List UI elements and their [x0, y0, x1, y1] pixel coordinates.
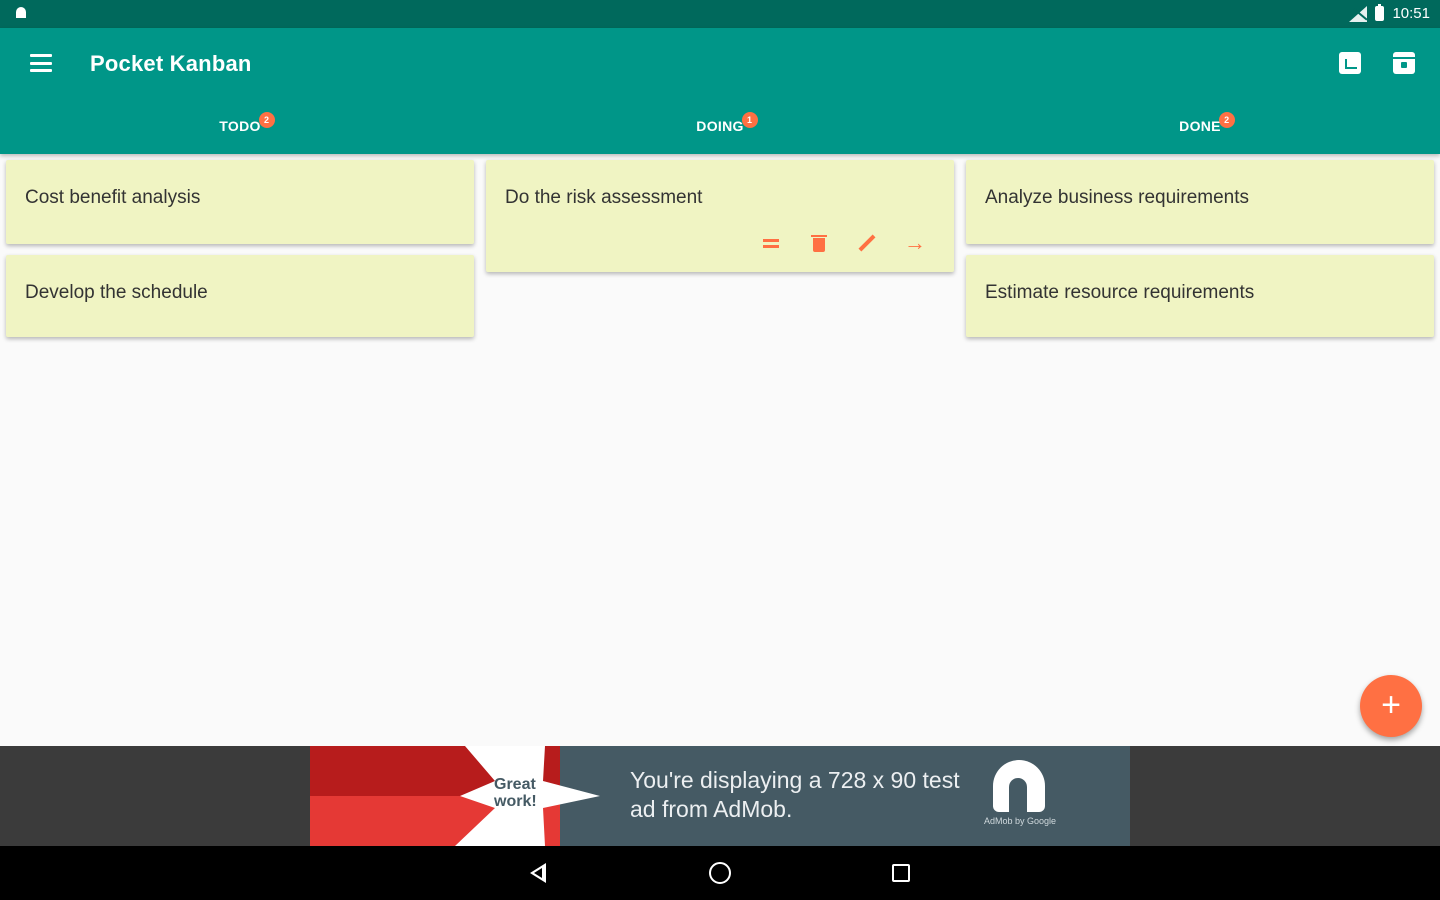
status-bar: 10:51 [0, 0, 1440, 28]
recents-icon[interactable] [889, 860, 915, 886]
task-card[interactable]: Develop the schedule [6, 255, 474, 337]
archive-icon[interactable] [1393, 52, 1415, 74]
home-icon[interactable] [707, 860, 733, 886]
ad-badge-text: Great work! [494, 776, 537, 810]
status-time: 10:51 [1392, 5, 1430, 22]
back-icon[interactable] [526, 860, 552, 886]
signal-icon [1349, 5, 1368, 22]
app-bar: Pocket Kanban TODO 2 DOING 1 DONE 2 [0, 28, 1440, 154]
edit-icon[interactable] [856, 232, 878, 254]
tab-done[interactable]: DONE 2 [960, 106, 1440, 154]
tab-doing-label: DOING [696, 118, 744, 134]
task-title: Analyze business requirements [985, 187, 1250, 208]
card-actions: → [760, 232, 926, 254]
android-icon [16, 7, 26, 18]
system-nav-bar [0, 846, 1440, 900]
battery-icon [1375, 4, 1385, 21]
task-title: Cost benefit analysis [25, 187, 201, 208]
kanban-board: Cost benefit analysis Develop the schedu… [0, 154, 1440, 746]
ad-banner-area: Great work! You're displaying a 728 x 90… [0, 746, 1440, 846]
task-card-selected[interactable]: Do the risk assessment → [486, 160, 954, 272]
add-icon: + [1381, 686, 1401, 724]
tab-label: DONE 2 [1179, 112, 1235, 134]
tab-todo-badge: 2 [258, 112, 275, 128]
task-title: Develop the schedule [25, 282, 208, 303]
chart-icon[interactable] [1339, 52, 1361, 74]
task-card[interactable]: Cost benefit analysis [6, 160, 474, 244]
tab-todo[interactable]: TODO 2 [0, 106, 480, 154]
menu-icon[interactable] [30, 54, 52, 72]
tab-todo-label: TODO [219, 118, 261, 134]
task-card[interactable]: Estimate resource requirements [966, 255, 1434, 337]
status-icons: 10:51 [1349, 4, 1430, 22]
drag-handle-icon[interactable] [760, 232, 782, 254]
tab-label: DOING 1 [696, 112, 758, 134]
delete-icon[interactable] [808, 232, 830, 254]
add-task-button[interactable]: + [1360, 675, 1422, 737]
ad-banner[interactable]: Great work! You're displaying a 728 x 90… [310, 746, 1130, 846]
tab-done-badge: 2 [1218, 112, 1235, 128]
tab-bar: TODO 2 DOING 1 DONE 2 [0, 106, 1440, 154]
ad-caption: AdMob by Google [983, 816, 1057, 826]
ad-text: You're displaying a 728 x 90 test ad fro… [630, 767, 960, 822]
tab-doing[interactable]: DOING 1 [480, 106, 960, 154]
tab-label: TODO 2 [219, 112, 275, 134]
admob-logo-icon [993, 760, 1045, 812]
task-title: Estimate resource requirements [985, 282, 1255, 303]
tab-done-label: DONE [1179, 118, 1221, 134]
task-title: Do the risk assessment [505, 187, 703, 208]
arrow-forward-icon[interactable]: → [904, 232, 926, 254]
task-card[interactable]: Analyze business requirements [966, 160, 1434, 244]
app-title: Pocket Kanban [90, 51, 252, 76]
tab-doing-badge: 1 [741, 112, 758, 128]
